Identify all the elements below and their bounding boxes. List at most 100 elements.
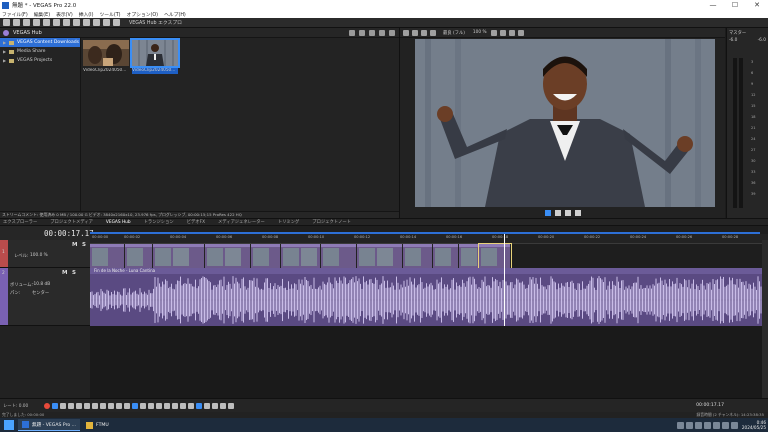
zoom-in-icon[interactable] — [220, 402, 227, 409]
maximize-button[interactable]: ☐ — [724, 0, 746, 10]
new-project-icon[interactable] — [3, 19, 10, 26]
audio-track-header[interactable]: 2 M S ボリューム: -10.8 dB パン: センター — [0, 268, 90, 326]
mute-button[interactable]: M — [62, 270, 67, 276]
minimize-button[interactable]: — — [702, 0, 724, 10]
open-icon[interactable] — [13, 19, 20, 26]
trim-icon[interactable] — [156, 402, 163, 409]
zoom-out-icon[interactable] — [228, 402, 235, 409]
stop-icon[interactable] — [575, 210, 581, 216]
taskbar-vegas[interactable]: 無題 - VEGAS Pro ... — [18, 419, 81, 431]
preview-zoom[interactable]: 100 % — [473, 30, 487, 35]
media-thumb[interactable]: VideoClip2024050... — [83, 40, 129, 74]
preview-quality-select[interactable]: 最良 (フル) — [443, 30, 465, 36]
menu-help[interactable]: ヘルプ(H) — [164, 11, 186, 18]
play-icon[interactable] — [555, 210, 561, 216]
video-clip[interactable] — [357, 244, 403, 268]
tree-item-vegas-projects[interactable]: ▶ VEGAS Projects — [0, 56, 80, 65]
split-screen-icon[interactable] — [430, 29, 436, 36]
save-icon[interactable] — [23, 19, 30, 26]
tray-icon[interactable] — [685, 421, 693, 429]
mute-button[interactable]: M — [72, 242, 77, 248]
loop-icon[interactable] — [545, 210, 551, 216]
grid-icon[interactable] — [517, 29, 524, 36]
tab-project-media[interactable]: プロジェクトメディア — [50, 219, 93, 225]
video-clip[interactable] — [321, 244, 357, 268]
menu-edit[interactable]: 編集(E) — [34, 11, 50, 18]
play-from-start-icon[interactable] — [60, 402, 67, 409]
tray-icon[interactable] — [694, 421, 702, 429]
view-icon[interactable] — [379, 30, 385, 36]
media-thumb-selected[interactable]: VideoClip2024050... — [130, 38, 180, 74]
paste-icon[interactable] — [73, 19, 80, 26]
normal-edit-tool-icon[interactable] — [124, 402, 131, 409]
menu-options[interactable]: オプション(O) — [127, 11, 159, 18]
record-icon[interactable] — [44, 402, 51, 409]
tab-media-generators[interactable]: メディアジェネレーター — [218, 219, 265, 225]
overlays-icon[interactable] — [490, 29, 497, 36]
video-clip[interactable] — [281, 244, 321, 268]
volume-icon[interactable] — [730, 421, 738, 429]
tab-trimmer[interactable]: トリミング — [278, 219, 299, 225]
tab-project-notes[interactable]: プロジェクトノート — [312, 219, 351, 225]
pause-icon[interactable] — [565, 210, 571, 216]
menu-tools[interactable]: ツール(T) — [99, 11, 120, 18]
prev-frame-icon[interactable] — [108, 402, 115, 409]
solo-button[interactable]: S — [72, 270, 76, 276]
auto-ripple-icon[interactable] — [204, 402, 211, 409]
cut-icon[interactable] — [53, 19, 60, 26]
tray-icon[interactable] — [712, 421, 720, 429]
crossfade-icon[interactable] — [212, 402, 219, 409]
close-button[interactable]: ✕ — [746, 0, 768, 10]
loop-region-bar[interactable] — [90, 232, 760, 234]
tab-vegas-hub[interactable]: VEGAS Hub — [106, 220, 131, 225]
video-clip[interactable] — [403, 244, 433, 268]
delete-icon[interactable] — [148, 402, 155, 409]
properties-icon[interactable] — [43, 19, 50, 26]
video-clip[interactable] — [153, 244, 205, 268]
tree-item-media-share[interactable]: ▶ Media Share — [0, 47, 80, 56]
taskbar-folder[interactable]: FTMU — [82, 419, 113, 431]
hub-icon[interactable] — [113, 19, 120, 26]
menu-view[interactable]: 表示(V) — [56, 11, 73, 18]
loop-icon[interactable] — [52, 402, 59, 409]
tree-item-content-downloads[interactable]: ▶ VEGAS Content Downloads — [0, 38, 80, 47]
envelope-tool-icon[interactable] — [140, 402, 147, 409]
render-icon[interactable] — [33, 19, 40, 26]
stop-icon[interactable] — [369, 30, 375, 36]
time-ruler[interactable]: 00:00:00 00:00:02 00:00:04 00:00:06 00:0… — [90, 232, 768, 244]
split-icon[interactable] — [164, 402, 171, 409]
solo-button[interactable]: S — [82, 242, 86, 248]
video-track-header[interactable]: 1 M S レベル: 100.0 % — [0, 240, 90, 268]
external-monitor-icon[interactable] — [412, 29, 418, 36]
menu-file[interactable]: ファイル(F) — [2, 11, 28, 18]
gear-icon[interactable] — [103, 19, 110, 26]
playhead-cursor[interactable] — [504, 234, 505, 326]
volume-value[interactable]: -10.8 dB — [32, 282, 50, 287]
tab-transitions[interactable]: トランジション — [144, 219, 174, 225]
preview-settings-icon[interactable] — [403, 29, 409, 36]
timeline-empty-area[interactable] — [90, 326, 768, 398]
settings-icon[interactable] — [389, 30, 395, 36]
go-to-end-icon[interactable] — [100, 402, 107, 409]
play-icon[interactable] — [359, 30, 365, 36]
video-clip[interactable] — [125, 244, 153, 268]
pause-icon[interactable] — [76, 402, 83, 409]
timeline-scrollbar[interactable] — [762, 240, 768, 398]
fx-icon[interactable] — [421, 29, 427, 36]
region-icon[interactable] — [188, 402, 195, 409]
clock[interactable]: 0:46 2024/05/25 — [742, 420, 766, 430]
video-clip[interactable] — [433, 244, 459, 268]
tray-icon[interactable] — [676, 421, 684, 429]
level-value[interactable]: 100.0 % — [30, 253, 48, 258]
video-clip[interactable] — [90, 244, 125, 268]
refresh-icon[interactable] — [349, 30, 355, 36]
video-clip[interactable] — [251, 244, 281, 268]
menu-insert[interactable]: 挿入(I) — [79, 11, 94, 18]
snap-icon[interactable] — [196, 402, 203, 409]
windows-start-icon[interactable] — [4, 420, 14, 430]
selection-tool-icon[interactable] — [132, 402, 139, 409]
marker-icon[interactable] — [180, 402, 187, 409]
pan-value[interactable]: センター — [32, 290, 49, 296]
lock-icon[interactable] — [172, 402, 179, 409]
tab-explorer[interactable]: エクスプローラー — [3, 219, 37, 225]
